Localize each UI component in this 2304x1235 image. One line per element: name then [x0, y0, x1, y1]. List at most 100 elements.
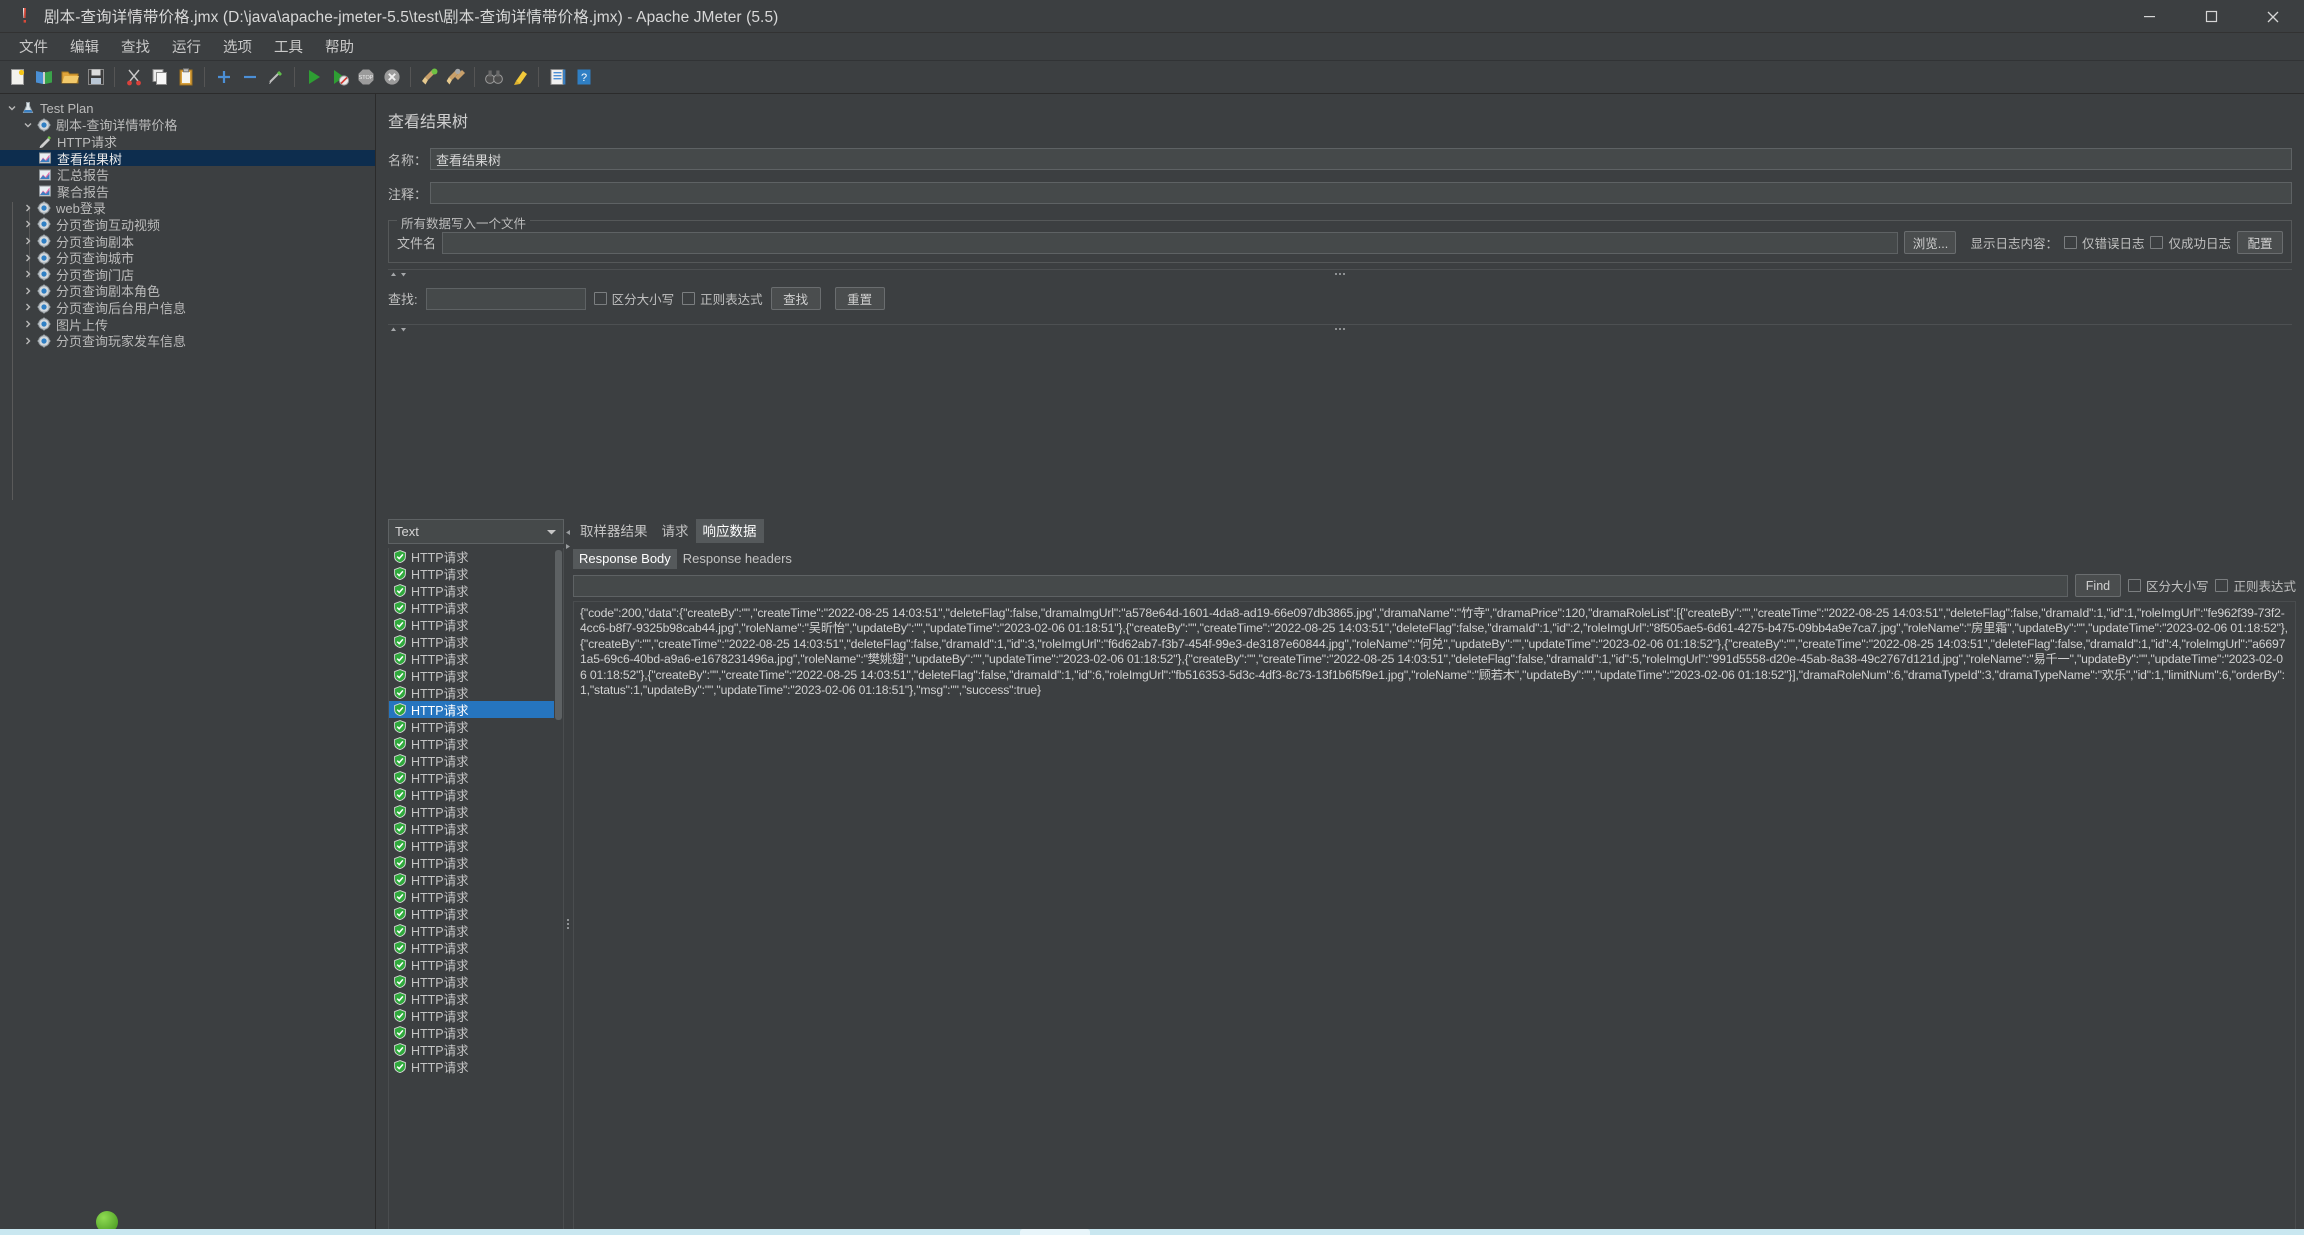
sampler-result-item[interactable]: HTTP请求 [389, 769, 563, 786]
menu-run[interactable]: 运行 [161, 33, 212, 60]
sampler-result-item[interactable]: HTTP请求 [389, 599, 563, 616]
tree-node-query-store[interactable]: 分页查询门店 [0, 266, 375, 283]
menu-options[interactable]: 选项 [212, 33, 263, 60]
minimize-button[interactable] [2118, 0, 2180, 33]
checkbox-box[interactable] [682, 292, 696, 305]
splitter-right-arrow-icon[interactable] [565, 543, 571, 552]
tree-node-aggregate-report[interactable]: 聚合报告 [0, 183, 375, 200]
subtab-response-headers[interactable]: Response headers [677, 549, 798, 569]
twisty-down-icon[interactable] [4, 100, 20, 116]
tree-node-query-city[interactable]: 分页查询城市 [0, 249, 375, 266]
new-file-icon[interactable] [5, 65, 30, 90]
renderer-combobox[interactable]: Text [388, 519, 564, 544]
sampler-result-item[interactable]: HTTP请求 [389, 939, 563, 956]
response-find-button[interactable]: Find [2074, 574, 2121, 597]
sampler-result-item[interactable]: HTTP请求 [389, 871, 563, 888]
sampler-result-item[interactable]: HTTP请求 [389, 718, 563, 735]
twisty-right-icon[interactable] [20, 266, 36, 282]
twisty-down-icon[interactable] [20, 117, 36, 133]
reset-search-icon[interactable] [507, 65, 532, 90]
twisty-right-icon[interactable] [20, 233, 36, 249]
splitter-grip[interactable] [1335, 273, 1345, 275]
splitter-arrows[interactable] [390, 271, 407, 278]
tree-node-web-login[interactable]: web登录 [0, 200, 375, 216]
sampler-result-item[interactable]: HTTP请求 [389, 650, 563, 667]
cut-scissors-icon[interactable] [121, 65, 146, 90]
tree-node-query-script-role[interactable]: 分页查询剧本角色 [0, 283, 375, 299]
sampler-result-item[interactable]: HTTP请求 [389, 905, 563, 922]
maximize-button[interactable] [2180, 0, 2242, 33]
twisty-right-icon[interactable] [20, 250, 36, 266]
sampler-result-item[interactable]: HTTP请求 [389, 888, 563, 905]
tree-node-thread-group-main[interactable]: 剧本-查询详情带价格 [0, 117, 375, 133]
horizontal-splitter-top[interactable] [388, 269, 2292, 278]
twisty-right-icon[interactable] [20, 216, 36, 232]
success-only-checkbox[interactable]: 仅成功日志 [2150, 233, 2231, 252]
search-input[interactable] [425, 287, 586, 310]
tree-node-interactive-video[interactable]: 分页查询互动视频 [0, 216, 375, 233]
templates-icon[interactable] [31, 65, 56, 90]
menu-edit[interactable]: 编辑 [59, 33, 110, 60]
sampler-result-item[interactable]: HTTP请求 [389, 1007, 563, 1024]
comment-input[interactable] [430, 182, 2292, 204]
sampler-result-item[interactable]: HTTP请求 [389, 1058, 563, 1075]
tab-response-data[interactable]: 响应数据 [695, 519, 764, 543]
sampler-result-item[interactable]: HTTP请求 [389, 820, 563, 837]
save-disk-icon[interactable] [83, 65, 108, 90]
sampler-result-item[interactable]: HTTP请求 [389, 837, 563, 854]
splitter-arrows[interactable] [390, 326, 407, 333]
search-binoculars-icon[interactable] [481, 65, 506, 90]
menu-search[interactable]: 查找 [110, 33, 161, 60]
start-no-timers-icon[interactable] [327, 65, 352, 90]
tree-node-query-script[interactable]: 分页查询剧本 [0, 233, 375, 250]
splitter-grip[interactable] [1335, 328, 1345, 330]
sampler-result-item[interactable]: HTTP请求 [389, 684, 563, 701]
tab-sampler-result[interactable]: 取样器结果 [573, 519, 655, 543]
menu-file[interactable]: 文件 [8, 33, 59, 60]
clear-broom-icon[interactable] [417, 65, 442, 90]
sampler-result-item[interactable]: HTTP请求 [389, 1024, 563, 1041]
twisty-right-icon[interactable] [20, 283, 36, 299]
start-play-icon[interactable] [301, 65, 326, 90]
vertical-splitter-grip[interactable] [567, 919, 569, 929]
menu-help[interactable]: 帮助 [314, 33, 365, 60]
tree-node-query-player-info[interactable]: 分页查询玩家发车信息 [0, 332, 375, 349]
sampler-result-item[interactable]: HTTP请求 [389, 1041, 563, 1058]
configure-button[interactable]: 配置 [2237, 231, 2283, 254]
checkbox-box[interactable] [593, 292, 607, 305]
chevron-down-icon[interactable] [546, 524, 557, 539]
tree-node-summary-report[interactable]: 汇总报告 [0, 166, 375, 183]
shutdown-circle-icon[interactable] [379, 65, 404, 90]
checkbox-box[interactable] [2127, 579, 2141, 592]
tree-node-image-upload[interactable]: 图片上传 [0, 316, 375, 333]
vertical-splitter[interactable] [564, 519, 573, 1235]
sampler-result-item[interactable]: HTTP请求 [389, 922, 563, 939]
scrollbar-thumb[interactable] [555, 550, 562, 720]
response-find-input[interactable] [573, 574, 2068, 597]
function-helper-icon[interactable] [545, 65, 570, 90]
expand-plus-icon[interactable] [211, 65, 236, 90]
subtab-response-body[interactable]: Response Body [573, 549, 677, 569]
filename-input[interactable] [442, 231, 1899, 254]
toggle-pencil-icon[interactable] [263, 65, 288, 90]
twisty-right-icon[interactable] [20, 333, 36, 349]
open-folder-icon[interactable] [57, 65, 82, 90]
sampler-result-item[interactable]: HTTP请求 [389, 633, 563, 650]
sampler-result-item[interactable]: HTTP请求 [389, 735, 563, 752]
sampler-result-item[interactable]: HTTP请求 [389, 752, 563, 769]
sampler-result-list[interactable]: HTTP请求 HTTP请求 HTTP请求 HTTP请求 HTTP请求 HTTP请求 HTTP… [388, 548, 564, 1235]
search-reset-button[interactable]: 重置 [834, 287, 885, 310]
match-case-checkbox[interactable]: 区分大小写 [593, 289, 674, 308]
regexp-checkbox[interactable]: 正则表达式 [682, 289, 763, 308]
tree-node-view-results-tree[interactable]: 查看结果树 [0, 149, 375, 167]
splitter-left-arrow-icon[interactable] [565, 529, 571, 538]
sampler-result-item[interactable]: HTTP请求 [389, 956, 563, 973]
copy-icon[interactable] [147, 65, 172, 90]
sampler-result-item[interactable]: HTTP请求 [389, 990, 563, 1007]
taskbar-active-app[interactable] [1020, 1229, 1090, 1235]
response-body-viewer[interactable]: {"code":200,"data":{"createBy":"","creat… [573, 601, 2296, 1235]
sampler-result-item[interactable]: HTTP请求 [389, 973, 563, 990]
response-regexp-checkbox[interactable]: 正则表达式 [2215, 576, 2296, 595]
sampler-result-item[interactable]: HTTP请求 [389, 667, 563, 684]
menu-tools[interactable]: 工具 [263, 33, 314, 60]
